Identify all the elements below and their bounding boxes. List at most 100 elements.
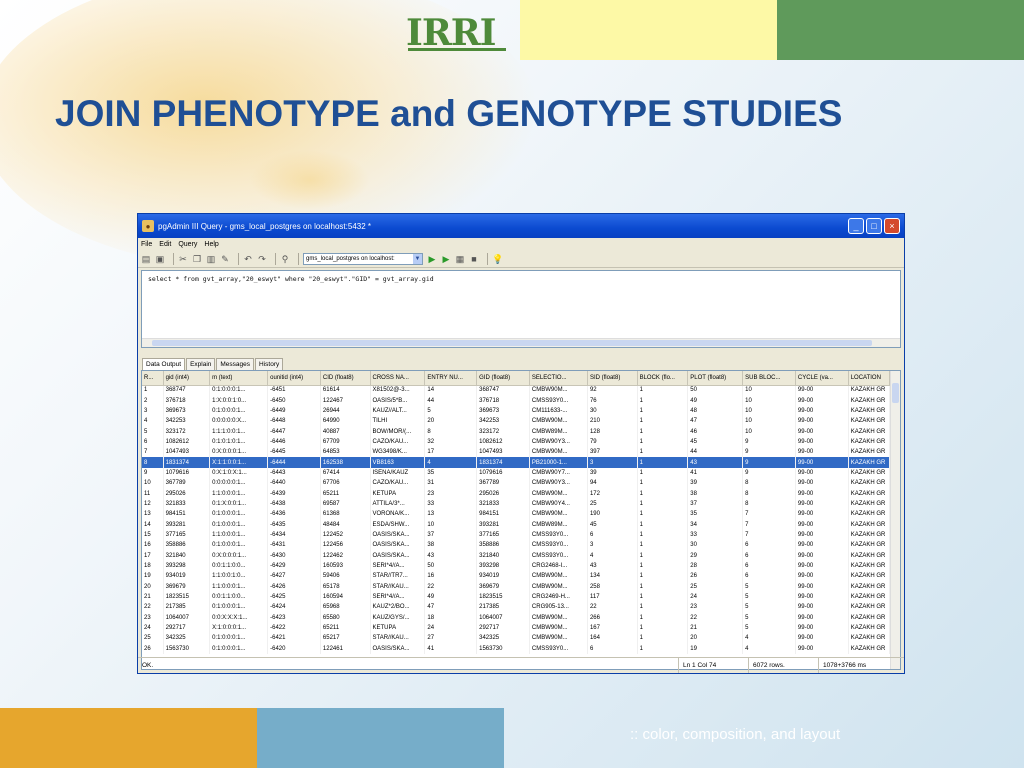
column-header[interactable]: CYCLE (va... <box>795 371 849 386</box>
table-cell[interactable]: 342325 <box>476 633 530 644</box>
menu-help[interactable]: Help <box>204 241 218 248</box>
table-cell[interactable]: 27 <box>424 633 478 644</box>
table-cell[interactable]: 292717 <box>163 622 211 634</box>
table-cell[interactable]: 0:0:X:X:X:1... <box>209 612 269 623</box>
table-cell[interactable]: 65968 <box>320 602 371 613</box>
table-cell[interactable]: CMBW90M... <box>529 581 588 592</box>
table-cell[interactable]: 99-00 <box>795 622 849 634</box>
table-cell[interactable]: CMSS93Y0... <box>529 540 588 551</box>
table-row[interactable]: 20 369679 1:1:0:0:0:1... -6426 65178 STAR//KA… <box>142 581 891 592</box>
table-cell[interactable]: ESDA/SHW... <box>370 519 426 530</box>
table-cell[interactable]: 1823515 <box>476 591 530 603</box>
maximize-button[interactable]: □ <box>866 218 882 234</box>
table-cell[interactable]: KAZAKH GR <box>848 467 891 479</box>
table-cell[interactable]: 3 <box>587 540 638 551</box>
table-cell[interactable]: 24 <box>424 622 478 634</box>
table-cell[interactable]: 99-00 <box>795 488 849 499</box>
table-cell[interactable]: 369673 <box>476 405 530 417</box>
table-cell[interactable]: SERI*4//A... <box>370 591 426 603</box>
table-cell[interactable]: KAZAKH GR <box>848 447 891 458</box>
table-cell[interactable]: 19 <box>687 643 744 654</box>
table-cell[interactable]: 43 <box>587 560 638 572</box>
table-cell[interactable]: KAZAKH GR <box>848 478 891 489</box>
table-cell[interactable]: 984151 <box>476 509 530 520</box>
table-cell[interactable]: 369679 <box>476 581 530 592</box>
column-header[interactable]: ounitid (int4) <box>267 371 321 386</box>
table-cell[interactable]: 393281 <box>163 519 211 530</box>
table-cell[interactable]: 44 <box>687 447 744 458</box>
connection-select[interactable]: gms_local_postgres on localhost: ▼ <box>303 253 423 265</box>
table-cell[interactable]: 0:1:0:0:0:1... <box>209 633 269 644</box>
table-cell[interactable]: CMSS93Y0... <box>529 643 588 654</box>
table-cell[interactable]: CMBW90M... <box>529 509 588 520</box>
table-cell[interactable]: 9 <box>742 467 796 479</box>
tab-messages[interactable]: Messages <box>216 358 255 370</box>
table-cell[interactable]: 25 <box>587 498 638 510</box>
table-cell[interactable]: 1 <box>637 633 689 644</box>
table-cell[interactable]: 1064007 <box>163 612 211 623</box>
table-cell[interactable]: 0:1:0:0:0:1... <box>209 519 269 530</box>
table-cell[interactable]: 8 <box>424 426 478 437</box>
table-cell[interactable]: CMBW90Y7... <box>529 467 588 479</box>
table-cell[interactable]: 67414 <box>320 467 371 479</box>
table-cell[interactable]: KAZAKH GR <box>848 560 891 572</box>
table-cell[interactable]: 258 <box>587 581 638 592</box>
table-cell[interactable]: 17 <box>142 550 164 561</box>
table-row[interactable]: 22 217385 0:1:0:0:0:1... -6424 65968 KAUZ*2/B… <box>142 602 891 613</box>
table-cell[interactable]: 99-00 <box>795 385 849 396</box>
table-cell[interactable]: 35 <box>687 509 744 520</box>
table-cell[interactable]: 342253 <box>476 416 530 427</box>
table-cell[interactable]: CMBW90M... <box>529 447 588 458</box>
table-cell[interactable]: 1 <box>637 405 689 417</box>
table-cell[interactable]: OASIS/SKA... <box>370 643 426 654</box>
table-cell[interactable]: KAZAKH GR <box>848 416 891 427</box>
table-cell[interactable]: 321833 <box>163 498 211 510</box>
table-cell[interactable]: 65211 <box>320 622 371 634</box>
table-cell[interactable]: 934019 <box>476 571 530 582</box>
table-cell[interactable]: 4 <box>587 550 638 561</box>
table-cell[interactable]: 45 <box>687 436 744 448</box>
table-cell[interactable]: KAUZ*2/BO... <box>370 602 426 613</box>
table-cell[interactable]: 67709 <box>320 436 371 448</box>
table-cell[interactable]: 99-00 <box>795 591 849 603</box>
table-cell[interactable]: 122467 <box>320 395 371 406</box>
table-cell[interactable]: 44 <box>424 395 478 406</box>
table-cell[interactable]: 39 <box>587 467 638 479</box>
table-cell[interactable]: 22 <box>687 612 744 623</box>
table-cell[interactable]: -6443 <box>267 467 321 479</box>
table-cell[interactable]: 21 <box>687 622 744 634</box>
table-cell[interactable]: KETUPA <box>370 622 426 634</box>
table-cell[interactable]: 20 <box>687 633 744 644</box>
table-cell[interactable]: 1:1:0:0:1:0... <box>209 571 269 582</box>
table-cell[interactable]: 217385 <box>476 602 530 613</box>
table-cell[interactable]: WG3498/K... <box>370 447 426 458</box>
table-cell[interactable]: 12 <box>142 498 164 510</box>
column-header[interactable]: CID (float8) <box>320 371 371 386</box>
table-cell[interactable]: 28 <box>687 560 744 572</box>
grid-vertical-scrollbar[interactable] <box>890 371 900 669</box>
table-cell[interactable]: KAZAKH GR <box>848 581 891 592</box>
table-cell[interactable]: 1 <box>637 457 689 468</box>
table-cell[interactable]: 14 <box>424 385 478 396</box>
table-cell[interactable]: 164 <box>587 633 638 644</box>
paste-icon[interactable]: ▥ <box>206 254 216 264</box>
table-cell[interactable]: 6 <box>742 540 796 551</box>
table-cell[interactable]: -6421 <box>267 633 321 644</box>
table-cell[interactable]: 376718 <box>476 395 530 406</box>
table-cell[interactable]: 162538 <box>320 457 371 468</box>
tab-data-output[interactable]: Data Output <box>142 358 186 370</box>
column-header[interactable]: CROSS NA... <box>370 371 426 386</box>
table-cell[interactable]: 321833 <box>476 498 530 510</box>
table-cell[interactable]: 292717 <box>476 622 530 634</box>
table-cell[interactable]: 99-00 <box>795 612 849 623</box>
table-cell[interactable]: 0:1:0:0:0:1... <box>209 602 269 613</box>
table-row[interactable]: 7 1047493 0:X:0:0:0:1... -6445 64853 WG3498/K… <box>142 447 891 458</box>
table-cell[interactable]: 368747 <box>163 385 211 396</box>
table-row[interactable]: 5 323172 1:1:1:0:0:1... -6447 40887 BOW/MOR/(… <box>142 426 891 437</box>
table-cell[interactable]: CMBW90Y3... <box>529 478 588 489</box>
column-header[interactable]: SELECTIO... <box>529 371 588 386</box>
table-cell[interactable]: OASIS/SKA... <box>370 550 426 561</box>
table-cell[interactable]: KAZAKH GR <box>848 426 891 437</box>
table-cell[interactable]: KETUPA <box>370 488 426 499</box>
table-cell[interactable]: -6420 <box>267 643 321 654</box>
